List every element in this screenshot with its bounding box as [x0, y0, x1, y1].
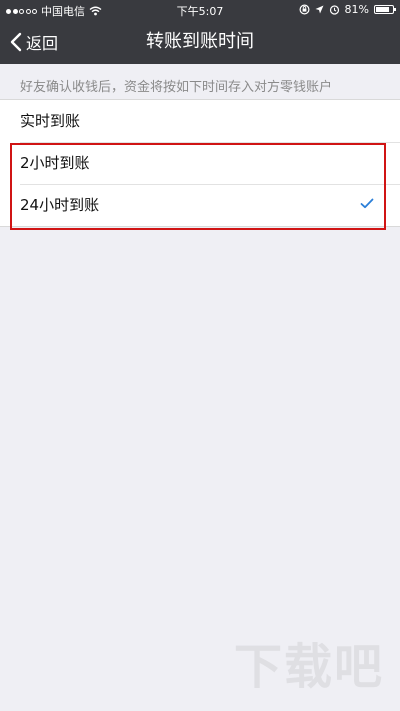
location-icon — [315, 5, 324, 14]
rotation-lock-icon — [299, 4, 310, 15]
option-label: 2小时到账 — [20, 154, 90, 172]
option-label: 24小时到账 — [20, 196, 100, 214]
option-2-hours[interactable]: 2小时到账 — [0, 142, 400, 184]
battery-percent: 81% — [344, 3, 369, 16]
navigation-bar: 返回 转账到账时间 — [0, 20, 400, 64]
battery-icon — [374, 5, 396, 14]
status-bar: 中国电信 下午5:07 81% — [0, 0, 400, 20]
description-text: 好友确认收钱后，资金将按如下时间存入对方零钱账户 — [20, 80, 333, 95]
watermark-logo: 下载吧 — [233, 639, 384, 695]
page-title: 转账到账时间 — [146, 31, 254, 52]
arrival-time-options: 实时到账 2小时到账 24小时到账 — [0, 99, 400, 227]
battery-fill — [376, 7, 389, 12]
option-label: 实时到账 — [20, 112, 81, 130]
alarm-icon — [329, 5, 339, 15]
checkmark-icon — [360, 198, 374, 209]
status-bar-right: 81% — [299, 3, 396, 16]
option-realtime[interactable]: 实时到账 — [0, 100, 400, 142]
option-24-hours[interactable]: 24小时到账 — [0, 184, 400, 226]
